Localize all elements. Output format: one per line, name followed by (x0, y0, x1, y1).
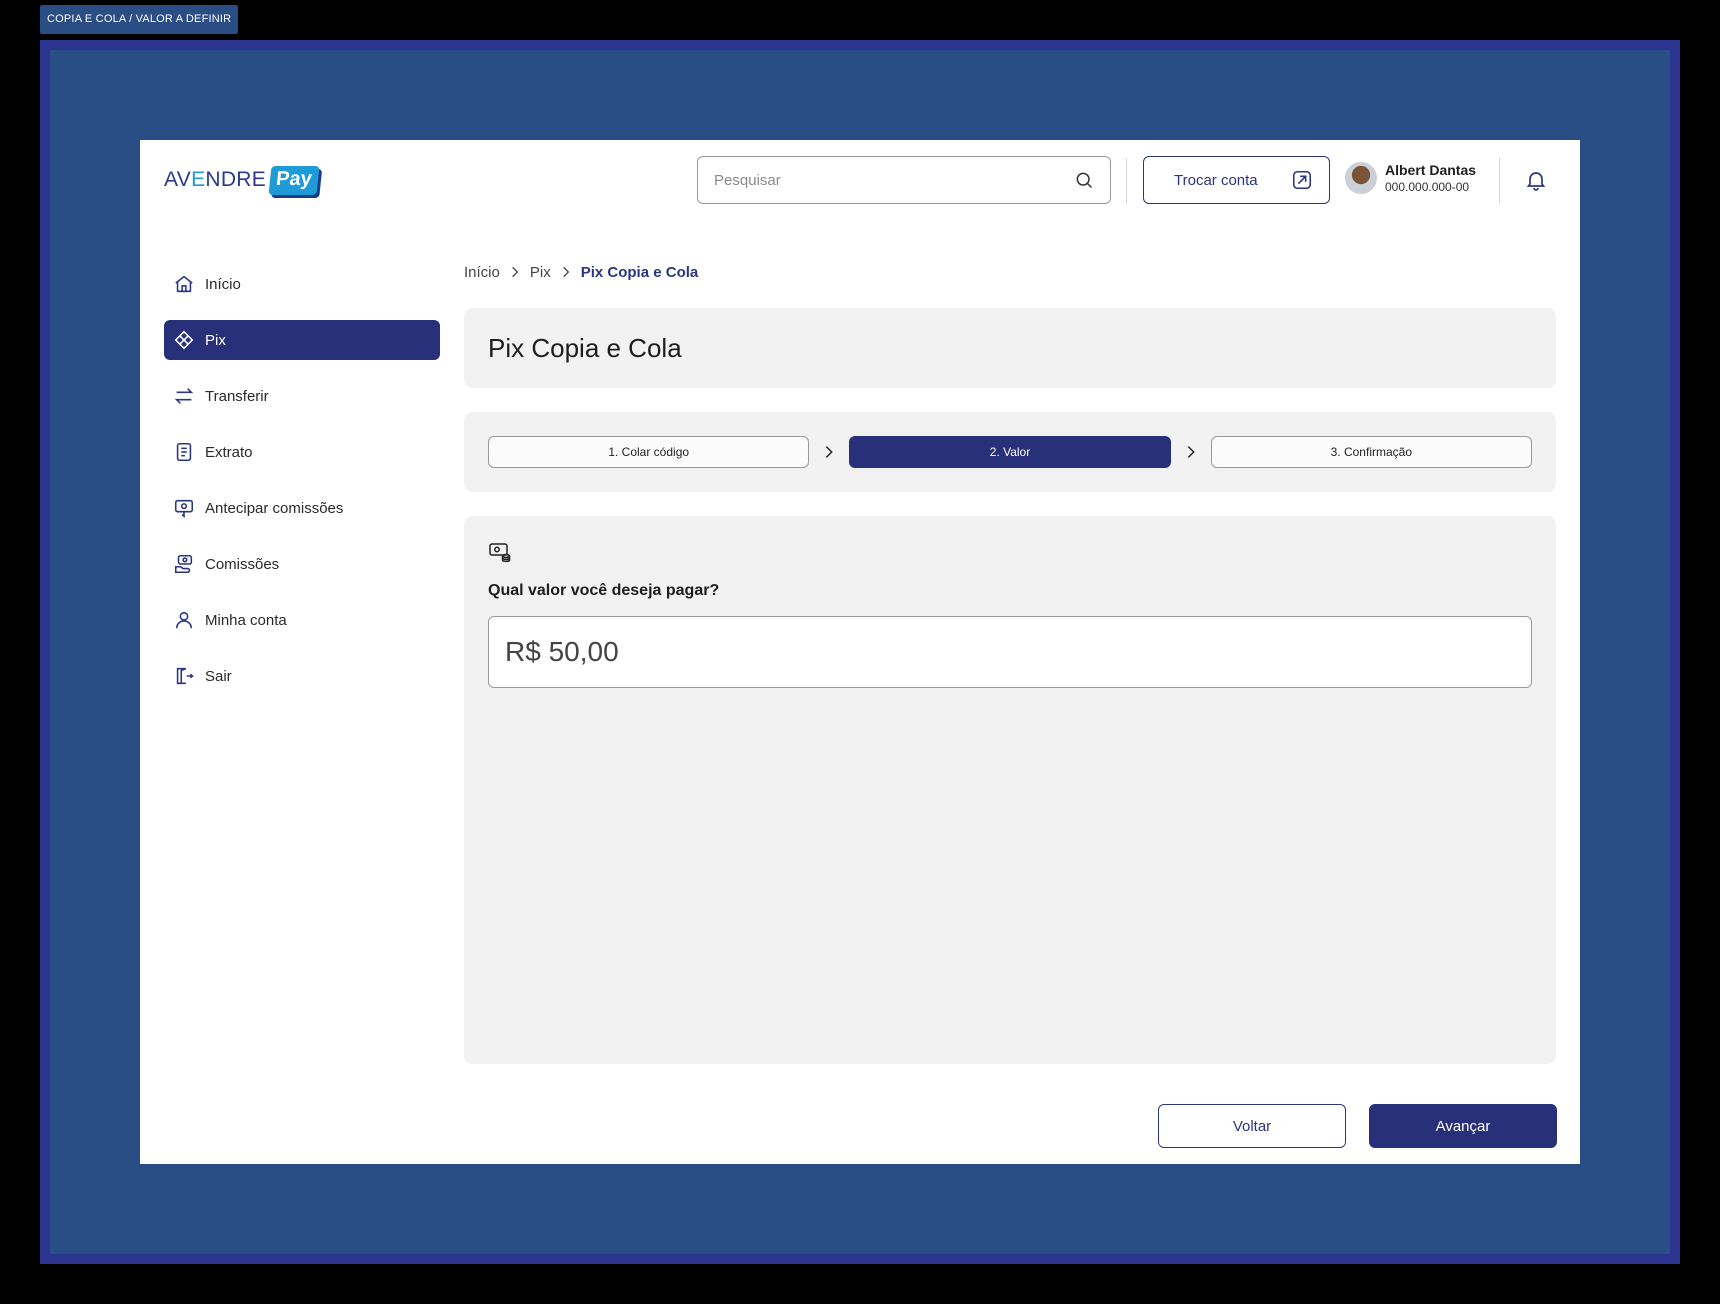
sidebar-item-comissoes[interactable]: Comissões (164, 544, 440, 584)
step-valor[interactable]: 2. Valor (849, 436, 1171, 468)
chevron-right-icon (512, 266, 519, 278)
breadcrumb-inicio[interactable]: Início (464, 264, 500, 281)
search-icon[interactable] (1074, 170, 1094, 190)
external-link-icon (1292, 170, 1312, 190)
chevron-right-icon (826, 446, 834, 458)
user-document: 000.000.000-00 (1385, 180, 1470, 194)
sidebar-item-inicio[interactable]: Início (164, 264, 440, 304)
switch-account-label: Trocar conta (1174, 171, 1258, 189)
sidebar-item-minha-conta[interactable]: Minha conta (164, 600, 440, 640)
step-confirmacao[interactable]: 3. Confirmação (1210, 436, 1533, 468)
logout-icon (176, 667, 195, 685)
breadcrumb-pix[interactable]: Pix (530, 264, 551, 281)
logo-pay-badge: Pay (268, 165, 320, 195)
search-input[interactable] (714, 171, 1074, 189)
amount-form-card: Qual valor você deseja pagar? (464, 516, 1556, 1064)
sidebar-item-label: Comissões (205, 555, 280, 573)
chevron-right-icon (1187, 446, 1195, 458)
home-icon (175, 275, 193, 293)
user-profile[interactable]: Albert Dantas 000.000.000-00 (1345, 162, 1476, 194)
back-button[interactable]: Voltar (1158, 1104, 1346, 1148)
statement-icon (176, 442, 192, 462)
advance-commission-icon (174, 499, 194, 519)
sidebar-item-label: Minha conta (205, 611, 287, 629)
logo[interactable]: AVENDRE Pay (164, 162, 320, 198)
frame-label: COPIA E COLA / VALOR A DEFINIR (40, 5, 239, 34)
sidebar-item-transferir[interactable]: Transferir (164, 376, 440, 416)
user-icon (175, 611, 193, 629)
chevron-right-icon (562, 266, 569, 278)
sidebar-item-extrato[interactable]: Extrato (164, 432, 440, 472)
sidebar-item-label: Sair (205, 667, 232, 685)
commission-icon (174, 554, 193, 574)
avatar (1345, 162, 1377, 194)
logo-wordmark: AVENDRE (164, 168, 267, 191)
amount-input[interactable] (488, 616, 1532, 688)
amount-question: Qual valor você deseja pagar? (488, 582, 720, 599)
transfer-icon (174, 388, 194, 404)
breadcrumb: Início Pix Pix Copia e Cola (464, 262, 698, 282)
money-icon (489, 543, 511, 563)
sidebar-item-sair[interactable]: Sair (164, 656, 440, 696)
header-divider-2 (1499, 158, 1500, 204)
sidebar-item-label: Pix (205, 331, 226, 349)
breadcrumb-current: Pix Copia e Cola (580, 263, 699, 281)
pix-icon (174, 330, 194, 350)
bell-icon[interactable] (1524, 168, 1548, 192)
sidebar-item-label: Antecipar comissões (205, 499, 344, 517)
sidebar-item-label: Extrato (205, 443, 253, 461)
next-button[interactable]: Avançar (1369, 1104, 1557, 1148)
sidebar-item-antecipar-comissoes[interactable]: Antecipar comissões (164, 488, 440, 528)
search-box[interactable] (697, 156, 1111, 204)
title-card: Pix Copia e Cola (464, 308, 1556, 388)
user-name: Albert Dantas (1385, 162, 1477, 178)
sidebar-item-label: Transferir (205, 387, 269, 405)
sidebar-item-label: Início (205, 275, 241, 293)
sidebar: Início Pix Transferir Extrato Antecipar … (164, 264, 440, 712)
stepper: 1. Colar código 2. Valor 3. Confirmação (464, 412, 1556, 492)
step-colar-codigo[interactable]: 1. Colar código (488, 436, 810, 468)
app-window: AVENDRE Pay Trocar conta Albert Dantas 0… (140, 140, 1580, 1164)
header-divider (1126, 158, 1127, 204)
switch-account-button[interactable]: Trocar conta (1143, 156, 1330, 204)
sidebar-item-pix[interactable]: Pix (164, 320, 440, 360)
page-title: Pix Copia e Cola (488, 332, 682, 363)
